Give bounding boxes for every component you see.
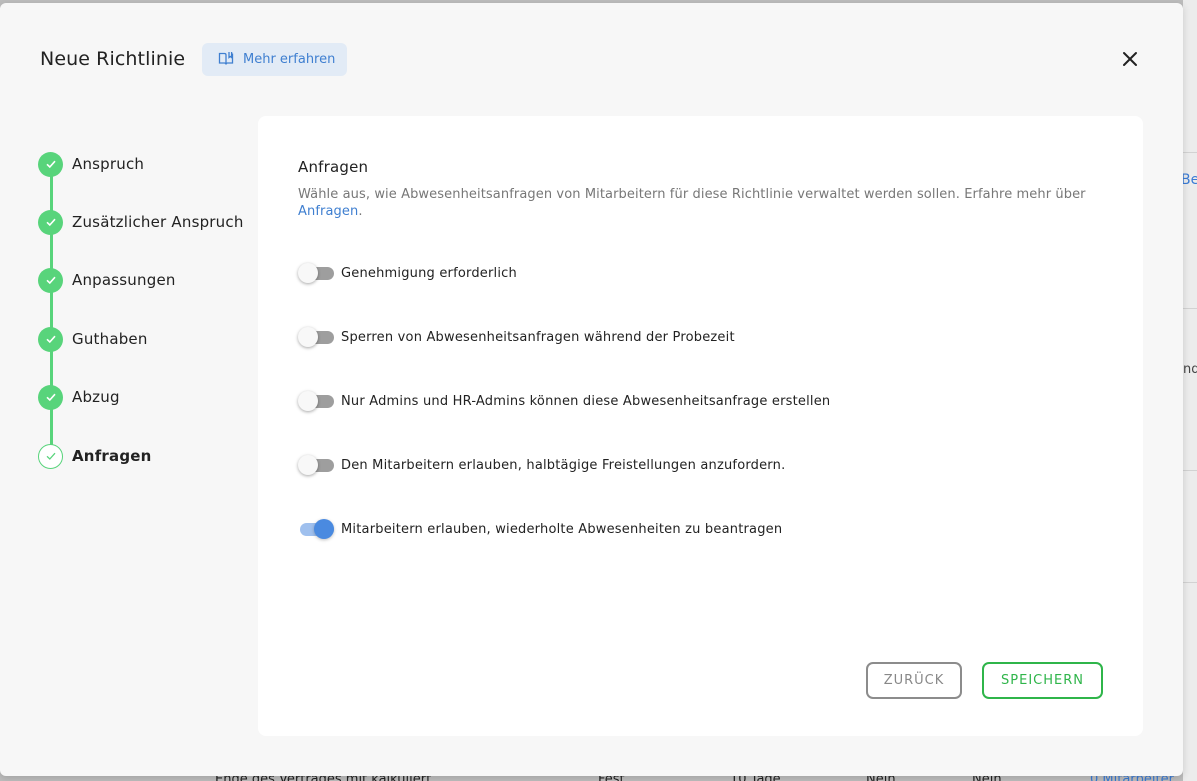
toggle-knob [314,519,334,539]
check-outline-icon [38,443,63,469]
admins-only-toggle[interactable] [298,391,334,411]
learn-more-label: Mehr erfahren [243,52,336,67]
book-icon [218,50,234,70]
policy-modal: Neue Richtlinie Mehr erfahren Anspruch Z… [0,3,1183,776]
check-icon [38,209,63,235]
step-anfragen[interactable]: Anfragen [38,443,152,469]
step-label: Guthaben [72,330,148,348]
toggle-label: Sperren von Abwesenheitsanfragen während… [341,329,735,345]
toggle-row-recurring: Mitarbeitern erlauben, wiederholte Abwes… [298,518,782,540]
close-icon [1122,51,1138,71]
requests-settings-card: Anfragen Wähle aus, wie Abwesenheitsanfr… [258,116,1143,736]
toggle-label: Nur Admins und HR-Admins können diese Ab… [341,393,831,409]
step-abzug[interactable]: Abzug [38,384,120,410]
toggle-label: Den Mitarbeitern erlauben, halbtägige Fr… [341,457,786,473]
toggle-row-half-day: Den Mitarbeitern erlauben, halbtägige Fr… [298,454,785,476]
step-label: Zusätzlicher Anspruch [72,213,244,231]
step-zusaetzlicher-anspruch[interactable]: Zusätzlicher Anspruch [38,209,244,235]
check-icon [38,151,63,177]
background-divider [1183,470,1197,471]
background-divider [1183,308,1197,309]
toggle-knob [298,327,318,347]
learn-more-button[interactable]: Mehr erfahren [202,43,347,76]
background-divider [1183,582,1197,583]
half-day-toggle[interactable] [298,455,334,475]
step-label: Anfragen [72,447,152,465]
background-text-fragment: nd [1183,362,1197,377]
stepper-connector-line [50,164,53,456]
toggle-label: Mitarbeitern erlauben, wiederholte Abwes… [341,521,783,537]
background-divider [1183,152,1197,153]
recurring-absences-toggle[interactable] [298,519,334,539]
background-link-fragment: Be [1181,172,1197,188]
step-label: Anspruch [72,155,145,173]
approval-required-toggle[interactable] [298,263,334,283]
modal-title: Neue Richtlinie [40,48,186,70]
step-anpassungen[interactable]: Anpassungen [38,267,176,293]
save-button[interactable]: SPEICHERN [982,662,1103,699]
step-label: Abzug [72,388,120,406]
step-anspruch[interactable]: Anspruch [38,151,144,177]
description-text: Wähle aus, wie Abwesenheitsanfragen von … [298,187,1086,202]
close-button[interactable] [1118,49,1142,73]
check-icon [38,267,63,293]
toggle-row-approval-required: Genehmigung erforderlich [298,262,517,284]
probation-lock-toggle[interactable] [298,327,334,347]
toggle-knob [298,263,318,283]
toggle-knob [298,455,318,475]
check-icon [38,326,63,352]
toggle-knob [298,391,318,411]
check-icon [38,384,63,410]
toggle-label: Genehmigung erforderlich [341,265,517,281]
back-button[interactable]: ZURÜCK [866,662,962,699]
toggle-row-probation-lock: Sperren von Abwesenheitsanfragen während… [298,326,735,348]
step-guthaben[interactable]: Guthaben [38,326,148,352]
description-suffix: . [358,204,363,219]
section-title: Anfragen [298,158,369,176]
requests-help-link[interactable]: Anfragen [298,204,358,219]
section-description: Wähle aus, wie Abwesenheitsanfragen von … [298,186,1088,220]
background-right-strip [1183,0,1197,781]
step-label: Anpassungen [72,271,176,289]
toggle-row-admins-only: Nur Admins und HR-Admins können diese Ab… [298,390,830,412]
